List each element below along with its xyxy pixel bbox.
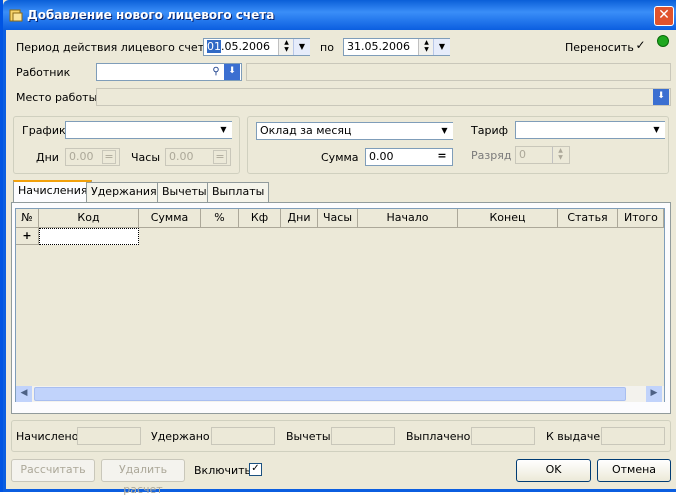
col-header[interactable]: Часы (318, 209, 358, 228)
col-header[interactable]: Итого (618, 209, 664, 228)
period-from-dropdown[interactable]: ▼ (293, 39, 310, 55)
tab-withholdings[interactable]: Удержания (86, 182, 162, 202)
chevron-down-icon[interactable]: ▼ (648, 122, 665, 138)
period-from-field[interactable]: 01.05.2006 ▲ ▼ ▼ (203, 38, 310, 56)
to-pay-field (601, 427, 665, 445)
worker-select-button[interactable]: ⬇ (224, 64, 240, 80)
tab-payments[interactable]: Выплаты (207, 182, 270, 202)
col-header[interactable]: Кф (239, 209, 281, 228)
schedule-label: График (22, 124, 66, 137)
period-from-spinner[interactable]: ▲ ▼ (278, 39, 294, 55)
chevron-down-icon[interactable]: ▼ (215, 122, 232, 138)
new-row-marker[interactable]: + (16, 228, 39, 245)
sum-field[interactable]: 0.00 = (365, 148, 453, 166)
app-icon (9, 9, 23, 22)
rank-field: 0 ▲ ▼ (515, 146, 570, 164)
period-from-rest: .05.2006 (221, 40, 270, 53)
col-header[interactable]: № (16, 209, 39, 228)
period-to-label: по (320, 41, 334, 54)
worker-label: Работник (16, 66, 71, 79)
tab-deductions[interactable]: Вычеты (157, 182, 212, 202)
transfer-label: Переносить (565, 41, 634, 54)
hours-field: 0.00 = (165, 148, 231, 166)
col-header[interactable]: Код (39, 209, 139, 228)
days-label: Дни (36, 151, 59, 164)
tariff-select[interactable]: ▼ (515, 121, 665, 139)
to-pay-label: К выдаче (546, 430, 601, 443)
rank-spinner: ▲ ▼ (552, 147, 568, 163)
workplace-field: ⬇ (96, 88, 671, 106)
chevron-down-icon[interactable]: ▼ (436, 123, 453, 139)
title-bar: Добавление нового лицевого счета ✕ (3, 0, 676, 30)
transfer-checkbox[interactable]: ✓ (634, 39, 647, 53)
scroll-left-icon[interactable]: ◀ (16, 386, 32, 402)
days-value: 0.00 (69, 150, 94, 163)
col-header[interactable]: Сумма (139, 209, 201, 228)
withheld-field (211, 427, 275, 445)
period-to-field[interactable]: 31.05.2006 ▲ ▼ ▼ (343, 38, 450, 56)
ok-button[interactable]: OK (516, 459, 591, 482)
deductions-field (331, 427, 395, 445)
col-header[interactable]: Статья (558, 209, 618, 228)
worker-field[interactable]: ⚲ ⬇ (96, 63, 242, 81)
period-from-day: 01 (207, 40, 221, 53)
deductions-label: Вычеты (286, 430, 331, 443)
include-checkbox[interactable]: ✓ (249, 463, 262, 476)
hours-value: 0.00 (169, 150, 194, 163)
tab-accruals[interactable]: Начисления (13, 180, 93, 202)
col-header[interactable]: Конец (458, 209, 558, 228)
close-button[interactable]: ✕ (654, 6, 674, 26)
window-title: Добавление нового лицевого счета (27, 8, 275, 22)
rank-value: 0 (519, 148, 526, 161)
period-to-value: 31.05.2006 (347, 40, 410, 53)
tariff-label: Тариф (471, 124, 508, 137)
include-label: Включить (194, 464, 252, 477)
scroll-right-icon[interactable]: ▶ (646, 386, 662, 402)
paid-label: Выплачено (406, 430, 471, 443)
accrued-label: Начислено (16, 430, 79, 443)
accrued-field (77, 427, 141, 445)
period-to-dropdown[interactable]: ▼ (433, 39, 450, 55)
salary-type-select[interactable]: Оклад за месяц ▼ (256, 122, 453, 140)
rank-label: Разряд (471, 149, 512, 162)
sum-calc-button[interactable]: = (435, 150, 449, 164)
hours-label: Часы (131, 151, 161, 164)
horizontal-scrollbar[interactable]: ◀ ▶ (16, 386, 664, 402)
delete-calc-button[interactable]: Удалить расчет (101, 459, 185, 496)
salary-type-value: Оклад за месяц (260, 124, 352, 137)
workplace-label: Место работы (16, 91, 98, 104)
days-calc-icon: = (102, 150, 116, 164)
search-icon[interactable]: ⚲ (209, 64, 223, 80)
period-to-spinner[interactable]: ▲ ▼ (418, 39, 434, 55)
col-header[interactable]: Начало (358, 209, 458, 228)
col-header[interactable]: Дни (281, 209, 318, 228)
schedule-select[interactable]: ▼ (65, 121, 232, 139)
grid-cell-code[interactable] (39, 228, 139, 245)
worker-name-display (246, 63, 671, 81)
withheld-label: Удержано (151, 430, 210, 443)
paid-field (471, 427, 535, 445)
col-header[interactable]: % (201, 209, 239, 228)
dialog-window: Добавление нового лицевого счета ✕ Перио… (0, 0, 676, 496)
sum-label: Сумма (321, 151, 359, 164)
days-field: 0.00 = (65, 148, 120, 166)
period-label: Период действия лицевого счета с (16, 41, 221, 54)
status-indicator-icon (657, 35, 669, 47)
accruals-grid[interactable]: № Код Сумма % Кф Дни Часы Начало Конец С… (15, 208, 665, 402)
calculate-button[interactable]: Рассчитать (11, 459, 95, 482)
workplace-select-button[interactable]: ⬇ (653, 89, 669, 105)
scroll-thumb[interactable] (34, 387, 626, 401)
hours-calc-icon: = (213, 150, 227, 164)
sum-value: 0.00 (369, 150, 394, 163)
cancel-button[interactable]: Отмена (597, 459, 671, 482)
